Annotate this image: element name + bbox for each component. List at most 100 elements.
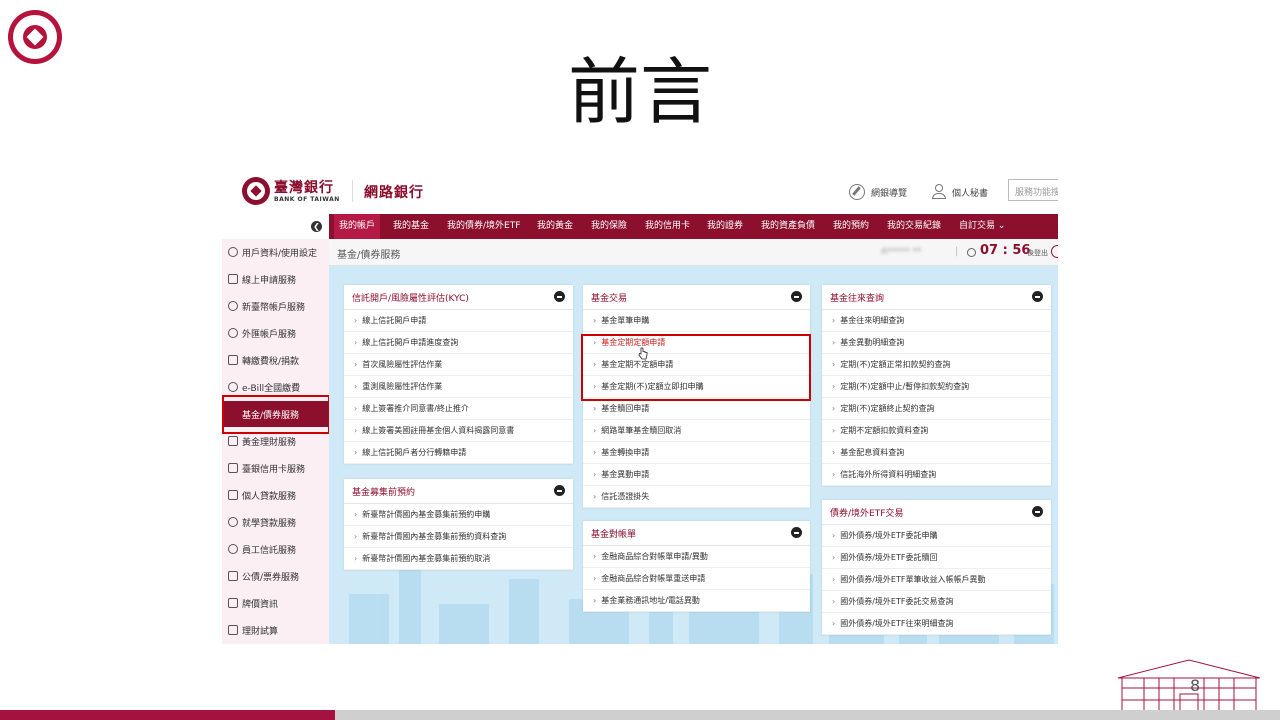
panel-title: 基金對帳單 xyxy=(591,530,637,540)
sidebar: 用戶資料/使用設定 線上申請服務 新臺幣帳戶服務 外匯帳戶服務 轉繳費稅/捐款 … xyxy=(222,239,329,644)
guide-label: 網銀導覽 xyxy=(871,188,908,199)
panel-link[interactable]: › 基金配息資料查詢 xyxy=(822,442,1051,464)
collapse-icon[interactable] xyxy=(791,291,802,302)
sidebar-item-bonds-bills[interactable]: 公債/票券服務 xyxy=(222,563,329,589)
logout-icon[interactable] xyxy=(1051,245,1058,258)
panel-link[interactable]: › 基金單筆申購 xyxy=(583,310,810,332)
panel-link[interactable]: › 重測風險屬性評估作業 xyxy=(344,376,573,398)
sidebar-item-forex-account[interactable]: 外匯帳戶服務 xyxy=(222,320,329,346)
header-divider xyxy=(352,180,353,202)
panel-link[interactable]: › 信託海外所得資料明細查詢 xyxy=(822,464,1051,486)
breadcrumb: 基金/債券服務 xyxy=(337,250,401,261)
panel-link[interactable]: › 基金贖回申請 xyxy=(583,398,810,420)
panel-link[interactable]: › 信託憑證掛失 xyxy=(583,486,810,508)
nav-custom-transaction[interactable]: 自訂交易 ⌄ xyxy=(954,214,1010,239)
hand-cursor-icon xyxy=(638,347,648,360)
sidebar-item-calculator[interactable]: 理財試算 xyxy=(222,617,329,643)
nav-my-bond-etf[interactable]: 我的債券/境外ETF xyxy=(442,214,525,239)
sidebar-item-personal-loan[interactable]: 個人貸款服務 xyxy=(222,482,329,508)
sidebar-item-online-apply[interactable]: 線上申請服務 xyxy=(222,266,329,292)
main-nav: 我的帳戶 我的基金 我的債券/境外ETF 我的黃金 我的保險 我的信用卡 我的證… xyxy=(329,214,1058,239)
secretary-link[interactable]: 個人秘書 xyxy=(932,184,988,200)
collapse-icon[interactable] xyxy=(1032,506,1043,517)
panel-title: 基金往來查詢 xyxy=(830,294,885,304)
edit-icon xyxy=(228,274,238,284)
panel-link[interactable]: › 基金轉換申請 xyxy=(583,442,810,464)
panel-link[interactable]: › 線上信託開戶申請 xyxy=(344,310,573,332)
nav-my-gold[interactable]: 我的黃金 xyxy=(532,214,578,239)
sidebar-item-credit-card[interactable]: 臺銀信用卡服務 xyxy=(222,455,329,481)
footer-accent-bar xyxy=(0,710,335,720)
sidebar-collapse-icon[interactable]: ❮ xyxy=(311,221,322,232)
nav-my-credit-card[interactable]: 我的信用卡 xyxy=(640,214,695,239)
panel-link[interactable]: › 新臺幣計價國內基金募集前預約資料查詢 xyxy=(344,526,573,548)
online-banking-screenshot: 臺灣銀行 BANK OF TAIWAN 網路銀行 網銀導覽 個人秘書 服務功能搜… xyxy=(222,168,1058,644)
bank-name-zh[interactable]: 臺灣銀行 xyxy=(274,177,334,197)
nav-my-account[interactable]: 我的帳戶 xyxy=(334,214,381,239)
panel-link[interactable]: › 首次風險屬性評估作業 xyxy=(344,354,573,376)
globe-icon xyxy=(228,382,238,392)
sidebar-item-payment[interactable]: 轉繳費稅/捐款 xyxy=(222,347,329,373)
folder-icon xyxy=(228,355,238,365)
secretary-label: 個人秘書 xyxy=(952,188,989,199)
panel-link[interactable]: › 線上簽署推介同意書/終止推介 xyxy=(344,398,573,420)
panel-link[interactable]: › 線上簽署美國註冊基金個人資料揭露同意書 xyxy=(344,420,573,442)
sidebar-item-user-settings[interactable]: 用戶資料/使用設定 xyxy=(222,239,329,265)
user-name: A***** ** xyxy=(881,247,922,257)
slide-title: 前言 xyxy=(567,50,712,134)
sidebar-item-employee-trust[interactable]: 員工信託服務 xyxy=(222,536,329,562)
graduation-icon xyxy=(228,517,238,527)
card-icon xyxy=(228,463,238,473)
panel-link[interactable]: › 國外債券/境外ETF委託申購 xyxy=(822,525,1051,547)
guide-link[interactable]: 網銀導覽 xyxy=(849,184,907,200)
sidebar-item-ntd-account[interactable]: 新臺幣帳戶服務 xyxy=(222,293,329,319)
nav-my-reservation[interactable]: 我的預約 xyxy=(828,214,874,239)
site-title: 網路銀行 xyxy=(364,185,424,201)
page-number: 8 xyxy=(1190,676,1201,695)
compass-icon xyxy=(849,184,865,200)
sidebar-item-rates[interactable]: 牌價資訊 xyxy=(222,590,329,616)
panel-link[interactable]: › 金融商品綜合對帳單申請/異動 xyxy=(583,546,810,568)
panel-link[interactable]: › 線上信託開戶者分行轉籍申請 xyxy=(344,442,573,464)
panel-bond-etf: 債券/境外ETF交易 › 國外債券/境外ETF委託申購 › 國外債券/境外ETF委託… xyxy=(822,500,1051,635)
panel-link[interactable]: › 基金異動申請 xyxy=(583,464,810,486)
panel-title: 基金募集前預約 xyxy=(352,488,416,498)
bank-seal-icon xyxy=(242,177,270,205)
bank-building-icon xyxy=(1117,659,1261,713)
nav-my-assets[interactable]: 我的資產負債 xyxy=(756,214,820,239)
panel-link[interactable]: › 新臺幣計價國內基金募集前預約取消 xyxy=(344,548,573,570)
panel-link[interactable]: › 國外債券/境外ETF單筆收益入帳帳戶異動 xyxy=(822,569,1051,591)
collapse-icon[interactable] xyxy=(791,527,802,538)
collapse-icon[interactable] xyxy=(554,291,565,302)
bond-icon xyxy=(228,571,238,581)
chart-icon xyxy=(228,598,238,608)
panel-link[interactable]: › 基金往來明細查詢 xyxy=(822,310,1051,332)
panel-link[interactable]: › 定期不定額扣款資料查詢 xyxy=(822,420,1051,442)
service-search-input[interactable]: 服務功能搜 xyxy=(1008,179,1058,201)
nav-my-transactions[interactable]: 我的交易紀錄 xyxy=(882,214,946,239)
panel-link[interactable]: › 定期(不)定額終止契約查詢 xyxy=(822,398,1051,420)
panel-link[interactable]: › 國外債券/境外ETF委託贖回 xyxy=(822,547,1051,569)
panel-link[interactable]: › 基金業務通訊地址/電話異動 xyxy=(583,590,810,612)
panel-statement: 基金對帳單 › 金融商品綜合對帳單申請/異動 › 金融商品綜合對帳單重送申請 › 基金… xyxy=(583,521,810,612)
panel-link[interactable]: › 線上信託開戶申請進度查詢 xyxy=(344,332,573,354)
calculator-icon xyxy=(228,625,238,635)
panel-title: 信託開戶/風險屬性評估(KYC) xyxy=(352,294,469,304)
footer-gray-bar xyxy=(335,710,1280,720)
panel-link[interactable]: › 金融商品綜合對帳單重送申請 xyxy=(583,568,810,590)
panel-title: 債券/境外ETF交易 xyxy=(830,509,904,519)
panel-link[interactable]: › 國外債券/境外ETF委託交易查詢 xyxy=(822,591,1051,613)
sidebar-item-student-loan[interactable]: 就學貸款服務 xyxy=(222,509,329,535)
nav-my-fund[interactable]: 我的基金 xyxy=(388,214,434,239)
panel-link[interactable]: › 定期(不)定額中止/暫停扣款契約查詢 xyxy=(822,376,1051,398)
nav-my-securities[interactable]: 我的證券 xyxy=(702,214,748,239)
panel-link[interactable]: › 新臺幣計價國內基金募集前預約申購 xyxy=(344,504,573,526)
panel-link[interactable]: › 國外債券/境外ETF往來明細查詢 xyxy=(822,613,1051,635)
nav-my-insurance[interactable]: 我的保險 xyxy=(586,214,632,239)
people-icon xyxy=(228,544,238,554)
panel-link[interactable]: › 定期(不)定額正常扣款契約查詢 xyxy=(822,354,1051,376)
panel-link[interactable]: › 網路單筆基金贖回取消 xyxy=(583,420,810,442)
collapse-icon[interactable] xyxy=(554,485,565,496)
collapse-icon[interactable] xyxy=(1032,291,1043,302)
panel-link[interactable]: › 基金異動明細查詢 xyxy=(822,332,1051,354)
